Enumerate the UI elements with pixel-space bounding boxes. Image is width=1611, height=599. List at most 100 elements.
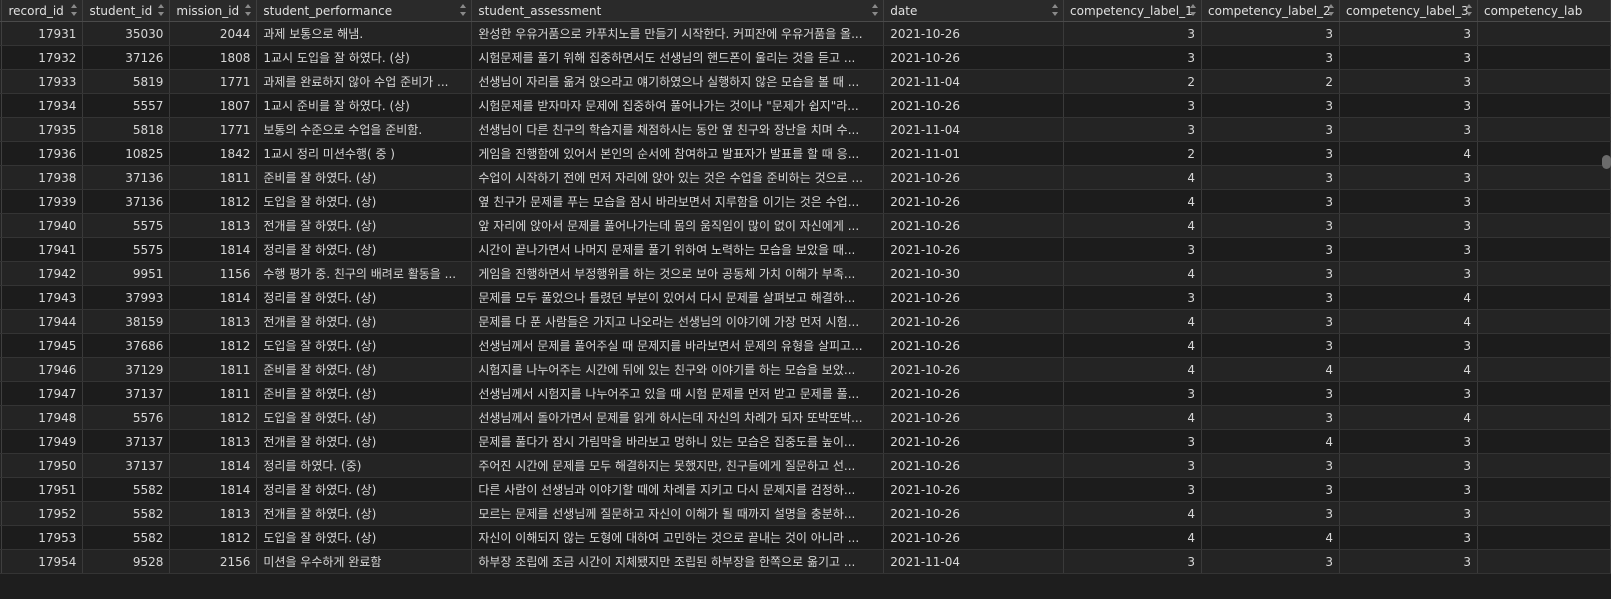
cell-student-id[interactable]: 5557 (82, 93, 171, 118)
cell-student-performance[interactable]: 과제 보통으로 해냄. (256, 21, 473, 46)
cell-competency-label-3[interactable]: 3 (1339, 69, 1478, 94)
column-header-mission-id[interactable]: mission_id (169, 0, 258, 22)
cell-mission-id[interactable]: 1812 (169, 525, 258, 550)
column-header-competency-label-3[interactable]: competency_label_3 (1339, 0, 1478, 22)
cell-student-assessment[interactable]: 문제를 모두 풀었으나 틀렸던 부분이 있어서 다시 문제를 살펴보고 해결하.… (471, 285, 885, 310)
cell-competency-label-1[interactable]: 4 (1063, 261, 1203, 286)
cell-date[interactable]: 2021-10-26 (883, 165, 1065, 190)
cell-student-performance[interactable]: 정리를 하였다. (중) (256, 453, 473, 478)
cell-competency-label-1[interactable]: 3 (1063, 237, 1203, 262)
cell-student-assessment[interactable]: 게임을 진행하면서 부정행위를 하는 것으로 보아 공동체 가치 이해가 부족.… (471, 261, 885, 286)
cell-competency-label-2[interactable]: 3 (1201, 549, 1340, 574)
sort-arrows-icon[interactable] (872, 4, 879, 16)
cell-date[interactable]: 2021-10-26 (883, 453, 1065, 478)
cell-competency-label-4[interactable] (1477, 381, 1611, 406)
cell-date[interactable]: 2021-10-26 (883, 237, 1065, 262)
cell-record-id[interactable]: 17945 (1, 333, 84, 358)
cell-student-performance[interactable]: 준비를 잘 하였다. (상) (256, 357, 473, 382)
cell-competency-label-1[interactable]: 4 (1063, 309, 1203, 334)
column-header-competency-label-4[interactable]: competency_lab (1477, 0, 1611, 22)
cell-competency-label-2[interactable]: 3 (1201, 93, 1340, 118)
cell-student-id[interactable]: 37136 (82, 189, 171, 214)
cell-competency-label-1[interactable]: 4 (1063, 333, 1203, 358)
cell-mission-id[interactable]: 1771 (169, 69, 258, 94)
cell-student-id[interactable]: 5819 (82, 69, 171, 94)
table-row[interactable]: 17936 10825 1842 1교시 정리 미션수행( 중 ) 게임을 진행함에 있… (0, 141, 1611, 166)
cell-competency-label-3[interactable]: 4 (1339, 141, 1478, 166)
cell-competency-label-2[interactable]: 3 (1201, 261, 1340, 286)
cell-competency-label-3[interactable]: 3 (1339, 477, 1478, 502)
cell-student-performance[interactable]: 정리를 잘 하였다. (상) (256, 477, 473, 502)
cell-student-assessment[interactable]: 시험지를 나누어주는 시간에 뒤에 있는 친구와 이야기를 하는 모습을 보았.… (471, 357, 885, 382)
cell-record-id[interactable]: 17954 (1, 549, 84, 574)
cell-student-assessment[interactable]: 선생님께서 시험지를 나누어주고 있을 때 시험 문제를 먼저 받고 문제를 풀… (471, 381, 885, 406)
table-row[interactable]: 17933 5819 1771 과제를 완료하지 않아 수업 준비가 ... 선생님이 … (0, 69, 1611, 94)
cell-record-id[interactable]: 17931 (1, 21, 84, 46)
table-row[interactable]: 17940 5575 1813 전개를 잘 하였다. (상) 앞 자리에 앉아서 문제를… (0, 213, 1611, 238)
cell-competency-label-3[interactable]: 3 (1339, 381, 1478, 406)
cell-student-id[interactable]: 37993 (82, 285, 171, 310)
cell-competency-label-3[interactable]: 4 (1339, 357, 1478, 382)
cell-student-assessment[interactable]: 시간이 끝나가면서 나머지 문제를 풀기 위하여 노력하는 모습을 보았을 때.… (471, 237, 885, 262)
cell-competency-label-4[interactable] (1477, 549, 1611, 574)
cell-competency-label-4[interactable] (1477, 429, 1611, 454)
cell-student-id[interactable]: 5575 (82, 213, 171, 238)
cell-student-id[interactable]: 5582 (82, 477, 171, 502)
cell-date[interactable]: 2021-10-26 (883, 285, 1065, 310)
cell-mission-id[interactable]: 1813 (169, 213, 258, 238)
cell-competency-label-1[interactable]: 3 (1063, 429, 1203, 454)
sort-arrows-icon[interactable] (1328, 4, 1335, 16)
table-row[interactable]: 17950 37137 1814 정리를 하였다. (중) 주어진 시간에 문제를 모두… (0, 453, 1611, 478)
cell-mission-id[interactable]: 1811 (169, 381, 258, 406)
cell-record-id[interactable]: 17953 (1, 525, 84, 550)
column-header-date[interactable]: date (883, 0, 1065, 22)
cell-competency-label-4[interactable] (1477, 93, 1611, 118)
cell-student-assessment[interactable]: 시험문제를 풀기 위해 집중하면서도 선생님의 핸드폰이 울리는 것을 듣고 .… (471, 45, 885, 70)
cell-competency-label-3[interactable]: 3 (1339, 21, 1478, 46)
cell-date[interactable]: 2021-11-04 (883, 117, 1065, 142)
cell-competency-label-4[interactable] (1477, 45, 1611, 70)
cell-date[interactable]: 2021-10-26 (883, 381, 1065, 406)
cell-competency-label-2[interactable]: 3 (1201, 405, 1340, 430)
table-row[interactable]: 17942 9951 1156 수행 평가 중. 친구의 배려로 활동을 ... 게임을… (0, 261, 1611, 286)
cell-date[interactable]: 2021-10-26 (883, 357, 1065, 382)
cell-competency-label-2[interactable]: 3 (1201, 381, 1340, 406)
cell-student-assessment[interactable]: 옆 친구가 문제를 푸는 모습을 잠시 바라보면서 지루함을 이기는 것은 수업… (471, 189, 885, 214)
cell-date[interactable]: 2021-11-04 (883, 69, 1065, 94)
cell-student-assessment[interactable]: 선생님께서 문제를 풀어주실 때 문제지를 바라보면서 문제의 유형을 살피고.… (471, 333, 885, 358)
vertical-scrollbar-thumb[interactable] (1602, 155, 1611, 169)
cell-competency-label-4[interactable] (1477, 357, 1611, 382)
cell-date[interactable]: 2021-11-04 (883, 549, 1065, 574)
cell-student-id[interactable]: 5575 (82, 237, 171, 262)
cell-student-assessment[interactable]: 선생님이 자리를 옮겨 앉으라고 얘기하였으나 실행하지 않은 모습을 볼 때 … (471, 69, 885, 94)
cell-student-assessment[interactable]: 모르는 문제를 선생님께 질문하고 자신이 이해가 될 때까지 설명을 충분하.… (471, 501, 885, 526)
cell-date[interactable]: 2021-11-01 (883, 141, 1065, 166)
table-row[interactable]: 17938 37136 1811 준비를 잘 하였다. (상) 수업이 시작하기 전에 … (0, 165, 1611, 190)
cell-student-performance[interactable]: 정리를 잘 하였다. (상) (256, 285, 473, 310)
column-header-record-id[interactable]: record_id (1, 0, 84, 22)
table-row[interactable]: 17945 37686 1812 도입을 잘 하였다. (상) 선생님께서 문제를 풀어… (0, 333, 1611, 358)
cell-competency-label-4[interactable] (1477, 141, 1611, 166)
cell-mission-id[interactable]: 1813 (169, 501, 258, 526)
table-row[interactable]: 17934 5557 1807 1교시 준비를 잘 하였다. (상) 시험문제를 받자마… (0, 93, 1611, 118)
column-header-student-id[interactable]: student_id (82, 0, 171, 22)
cell-mission-id[interactable]: 1842 (169, 141, 258, 166)
cell-competency-label-3[interactable]: 4 (1339, 405, 1478, 430)
cell-record-id[interactable]: 17951 (1, 477, 84, 502)
table-row[interactable]: 17951 5582 1814 정리를 잘 하였다. (상) 다른 사람이 선생님과 이… (0, 477, 1611, 502)
cell-competency-label-2[interactable]: 3 (1201, 45, 1340, 70)
cell-student-performance[interactable]: 전개를 잘 하였다. (상) (256, 213, 473, 238)
cell-date[interactable]: 2021-10-26 (883, 45, 1065, 70)
cell-record-id[interactable]: 17943 (1, 285, 84, 310)
sort-arrows-icon[interactable] (245, 4, 252, 16)
cell-student-performance[interactable]: 과제를 완료하지 않아 수업 준비가 ... (256, 69, 473, 94)
cell-student-assessment[interactable]: 다른 사람이 선생님과 이야기할 때에 차례를 지키고 다시 문제지를 검정하.… (471, 477, 885, 502)
cell-record-id[interactable]: 17950 (1, 453, 84, 478)
cell-student-id[interactable]: 5582 (82, 525, 171, 550)
cell-competency-label-1[interactable]: 4 (1063, 501, 1203, 526)
cell-competency-label-4[interactable] (1477, 21, 1611, 46)
cell-competency-label-1[interactable]: 3 (1063, 453, 1203, 478)
cell-mission-id[interactable]: 1814 (169, 477, 258, 502)
cell-date[interactable]: 2021-10-26 (883, 501, 1065, 526)
cell-mission-id[interactable]: 1812 (169, 333, 258, 358)
